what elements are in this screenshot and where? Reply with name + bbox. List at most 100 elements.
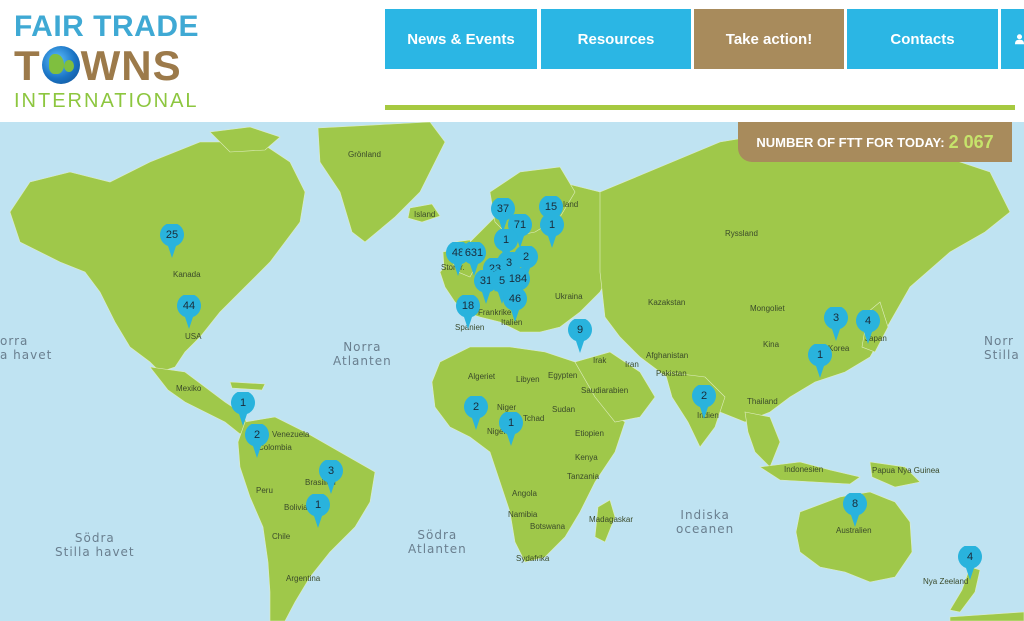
country-label: Etiopien: [575, 429, 604, 438]
ftt-counter: NUMBER OF FTT FOR TODAY: 2 067: [738, 122, 1012, 162]
globe-icon: [41, 46, 80, 84]
country-label: Tchad: [523, 414, 545, 423]
country-label: Niger: [497, 403, 517, 412]
country-label: Peru: [256, 486, 273, 495]
country-label: Ukraina: [555, 292, 583, 301]
world-map[interactable]: orra a havet Norra Atlanten Södra Stilla…: [0, 122, 1024, 621]
marker-count: 4: [864, 315, 872, 327]
map-marker[interactable]: 2: [691, 385, 717, 419]
ocean-label-north-pacific-left: orra a havet: [0, 334, 53, 362]
marker-count: 2: [253, 429, 261, 441]
ocean-label-north-pacific-right: Norr Stilla: [984, 334, 1020, 362]
ftt-counter-label: NUMBER OF FTT FOR TODAY:: [756, 134, 945, 150]
marker-count: 2: [700, 390, 708, 402]
map-marker[interactable]: 1: [539, 214, 565, 248]
country-label: Ryssland: [725, 229, 758, 238]
marker-count: 44: [182, 300, 196, 312]
map-marker[interactable]: 44: [176, 295, 202, 329]
country-label: Namibia: [508, 510, 538, 519]
marker-count: 2: [472, 401, 480, 413]
map-marker[interactable]: 3: [318, 460, 344, 494]
country-label: Venezuela: [272, 430, 310, 439]
map-marker[interactable]: 3: [823, 307, 849, 341]
nav-take-action[interactable]: Take action!: [694, 9, 844, 69]
marker-count: 9: [576, 324, 584, 336]
country-label: Irak: [593, 356, 607, 365]
nav-contacts[interactable]: Contacts: [847, 9, 998, 69]
marker-count: 1: [507, 417, 515, 429]
country-label: Pakistan: [656, 369, 687, 378]
user-icon: [1015, 34, 1024, 45]
country-label: Sydafrika: [516, 554, 550, 563]
logo-line-2: T WNS: [14, 43, 182, 89]
marker-count: 1: [239, 397, 247, 409]
map-marker[interactable]: 18: [455, 295, 481, 329]
site-header: FAIR TRADE T WNS INTERNATIONAL News & Eve…: [0, 0, 1024, 122]
country-label: Thailand: [747, 397, 778, 406]
marker-count: 25: [165, 229, 179, 241]
marker-count: 15: [544, 201, 558, 213]
map-marker[interactable]: 2: [244, 424, 270, 458]
map-marker[interactable]: 1: [305, 494, 331, 528]
map-marker[interactable]: 4: [957, 546, 983, 580]
country-label: Kina: [763, 340, 780, 349]
logo-line-1: FAIR TRADE: [14, 10, 199, 43]
fair-trade-towns-logo[interactable]: FAIR TRADE T WNS INTERNATIONAL: [14, 10, 214, 114]
map-marker[interactable]: 1: [807, 344, 833, 378]
country-label: Australien: [836, 526, 872, 535]
marker-count: 8: [851, 498, 859, 510]
marker-count: 1: [816, 349, 824, 361]
logo-line-3: INTERNATIONAL: [14, 90, 199, 112]
map-marker[interactable]: 25: [159, 224, 185, 258]
country-label: Saudiarabien: [581, 386, 629, 395]
country-label: Angola: [512, 489, 537, 498]
nav-resources[interactable]: Resources: [541, 9, 691, 69]
country-label: Iran: [625, 360, 639, 369]
ocean-label-north-atlantic: Norra Atlanten: [333, 340, 392, 368]
country-label: Argentina: [286, 574, 321, 583]
country-label: Kanada: [173, 270, 201, 279]
country-label: Botswana: [530, 522, 566, 531]
country-label: Mongoliet: [750, 304, 785, 313]
country-label: Grönland: [348, 150, 381, 159]
country-label: Egypten: [548, 371, 578, 380]
marker-count: 46: [508, 293, 522, 305]
country-label: Madagaskar: [589, 515, 634, 524]
country-label: USA: [185, 332, 202, 341]
map-marker[interactable]: 1: [498, 412, 524, 446]
marker-count: 1: [502, 234, 510, 246]
country-label: Tanzania: [567, 472, 600, 481]
map-marker[interactable]: 1: [230, 392, 256, 426]
country-label: Afghanistan: [646, 351, 689, 360]
map-marker[interactable]: 8: [842, 493, 868, 527]
country-label: Libyen: [516, 375, 540, 384]
country-label: Kazakstan: [648, 298, 686, 307]
marker-count: 1: [314, 499, 322, 511]
nav-user-account[interactable]: [1001, 9, 1024, 69]
map-marker[interactable]: 9: [567, 319, 593, 353]
country-label: Island: [414, 210, 436, 219]
nav-underline: [385, 105, 1015, 110]
country-label: Indonesien: [784, 465, 824, 474]
country-label: Papua Nya Guinea: [872, 466, 940, 475]
country-label: Algeriet: [468, 372, 496, 381]
logo-letter-t: T: [14, 42, 41, 89]
marker-count: 1: [548, 219, 556, 231]
map-base: [0, 122, 1024, 621]
marker-count: 3: [832, 312, 840, 324]
marker-count: 18: [461, 300, 475, 312]
map-marker[interactable]: 46: [502, 288, 528, 322]
ocean-label-indian: Indiska oceanen: [676, 508, 735, 536]
marker-count: 3: [327, 465, 335, 477]
ocean-label-south-pacific: Södra Stilla havet: [55, 531, 135, 559]
nav-news-events[interactable]: News & Events: [385, 9, 537, 69]
marker-count: 4: [966, 551, 974, 563]
map-marker[interactable]: 4: [855, 310, 881, 344]
country-label: Kenya: [575, 453, 598, 462]
ftt-counter-value: 2 067: [948, 131, 994, 152]
ocean-label-south-atlantic: Södra Atlanten: [408, 528, 467, 556]
logo-letters-wns: WNS: [80, 42, 182, 89]
marker-count: 184: [508, 273, 528, 285]
map-marker[interactable]: 2: [463, 396, 489, 430]
country-label: Sudan: [552, 405, 576, 414]
